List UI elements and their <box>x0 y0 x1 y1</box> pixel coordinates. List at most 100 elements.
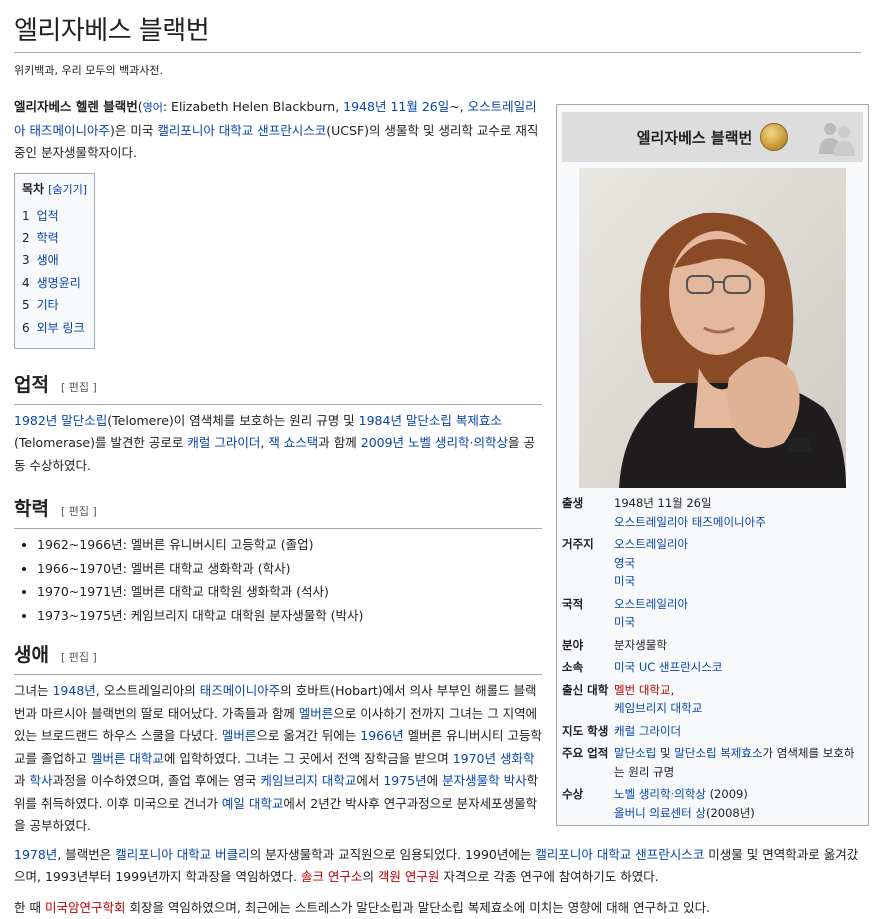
toc-link[interactable]: 생애 <box>37 253 59 267</box>
section-heading: 생애 <box>14 644 49 667</box>
link[interactable]: 1948년 <box>52 683 95 698</box>
infobox-value-line: 1948년 11월 26일 <box>614 494 863 513</box>
ucsf-link[interactable]: 캘리포니아 대학교 샌프란시스코 <box>157 123 326 138</box>
link[interactable]: 영국 <box>614 556 635 570</box>
infobox-value: 멜번 대학교, 케임브리지 대학교 <box>614 681 863 718</box>
text: 과정을 이수하였으며, 졸업 후에는 영국 <box>52 773 261 789</box>
toc-item[interactable]: 4 생명윤리 <box>22 272 87 294</box>
infobox-label: 분야 <box>562 637 584 652</box>
link[interactable]: 캐럴 그라이더 <box>614 724 681 738</box>
link[interactable]: 박사 <box>504 773 527 788</box>
link[interactable]: 캘리포니아 대학교 버클리 <box>115 847 249 862</box>
red-link[interactable]: 미국암연구학회 <box>45 900 126 915</box>
link[interactable]: 케임브리지 대학교 <box>260 773 356 788</box>
link[interactable]: 잭 쇼스택 <box>268 435 318 450</box>
link[interactable]: 미국 <box>614 574 635 588</box>
toc-hide-link[interactable]: [숨기기] <box>48 183 87 196</box>
link[interactable]: 1982년 말단소립 <box>14 413 107 428</box>
link[interactable]: 오스트레일리아 <box>614 537 688 551</box>
text: 1948년 11월 26일 <box>614 496 712 510</box>
text: 그녀는 <box>14 683 53 699</box>
edit-link[interactable]: [ 편집 ] <box>61 381 97 394</box>
link[interactable]: 예일 대학교 <box>222 796 283 811</box>
link[interactable]: 생화학 <box>500 751 535 766</box>
text: 및 <box>656 746 675 760</box>
nobel-medal-icon <box>760 123 789 151</box>
intro-paragraph: 엘리자베스 헬렌 블랙번(영어: Elizabeth Helen Blackbu… <box>14 99 539 160</box>
infobox-value-line: 미국 UC 샌프란시스코 <box>614 658 863 677</box>
toc-item[interactable]: 1 업적 <box>22 205 87 227</box>
toc-item[interactable]: 3 생애 <box>22 249 87 271</box>
lang-link[interactable]: 영어 <box>143 101 163 114</box>
article-page: 엘리자베스 블랙번 위키백과, 우리 모두의 백과사전. 엘리자베스 헬렌 블랙… <box>0 0 875 915</box>
link[interactable]: 1978년 <box>14 847 57 862</box>
link[interactable]: 말단소립 복제효소 <box>674 746 762 760</box>
infobox-row: 지도 학생 캐럴 그라이더 <box>562 722 863 741</box>
link[interactable]: 2009년 노벨 생리학·의학상 <box>361 435 508 450</box>
link[interactable]: 오스트레일리아 <box>614 597 688 611</box>
toc-link[interactable]: 학력 <box>37 231 59 245</box>
infobox-value-line: 멜번 대학교, <box>614 681 863 700</box>
achievements-paragraph: 1982년 말단소립(Telomere)이 염색체를 보호하는 원리 규명 및 … <box>14 412 535 473</box>
toc-number: 1 <box>22 208 30 223</box>
link[interactable]: 멜버른 <box>299 706 334 721</box>
edit-link[interactable]: [ 편집 ] <box>61 651 97 664</box>
link[interactable]: 캘리포니아 대학교 샌프란시스코 <box>535 847 704 862</box>
toc-list: 1 업적 2 학력 3 생애 4 생명윤리 5 기타 6 외부 링크 <box>22 205 87 339</box>
infobox-label: 지도 학생 <box>562 723 609 738</box>
infobox-value: 노벨 생리학·의학상 (2009) 올버니 의료센터 상(2008년) <box>614 785 863 822</box>
infobox-value-line: 올버니 의료센터 상(2008년) <box>614 804 863 823</box>
list-item: 1962~1966년: 멜버른 유니버시티 고등학교 (졸업) <box>37 533 542 557</box>
link[interactable]: 1970년 <box>453 751 496 766</box>
link[interactable]: 미국 UC 샌프란시스코 <box>614 660 722 674</box>
toc-link[interactable]: 업적 <box>37 209 59 223</box>
link[interactable]: 학사 <box>29 773 52 788</box>
list-item: 1973~1975년: 케임브리지 대학교 대학원 분자생물학 (박사) <box>37 604 542 628</box>
infobox: 엘리자베스 블랙번 출생 1948년 11월 26일 오스트레일리아 태즈메이니… <box>556 104 869 826</box>
link[interactable]: 케임브리지 대학교 <box>614 701 702 715</box>
toc-link[interactable]: 기타 <box>37 298 59 312</box>
toc-number: 6 <box>22 320 30 335</box>
link[interactable]: 분자생물학 <box>442 773 500 788</box>
link[interactable]: 캐럴 그라이더 <box>187 435 260 450</box>
link[interactable]: 멜버른 대학교 <box>91 751 164 766</box>
link[interactable]: 태즈메이니아주 <box>200 683 281 698</box>
toc-title: 목차 <box>22 181 45 196</box>
infobox-label: 국적 <box>562 596 584 611</box>
infobox-value-line: 분자생물학 <box>614 636 863 655</box>
toc-item[interactable]: 2 학력 <box>22 227 87 249</box>
toc-item[interactable]: 6 외부 링크 <box>22 317 87 339</box>
red-link[interactable]: 멜번 대학교 <box>614 683 671 697</box>
birth-date-link[interactable]: 1948년 11월 26일 <box>343 99 449 114</box>
toc-link[interactable]: 외부 링크 <box>37 321 85 335</box>
life-continued: 1978년, 블랙번은 캘리포니아 대학교 버클리의 분자생물학과 교직원으로 … <box>14 844 861 919</box>
link[interactable]: 멜버른 <box>222 728 257 743</box>
link[interactable]: 미국 <box>614 615 635 629</box>
red-link[interactable]: 객원 연구원 <box>378 869 439 884</box>
toc-item[interactable]: 5 기타 <box>22 294 87 316</box>
red-link[interactable]: 솔크 연구소 <box>301 869 362 884</box>
education-list: 1962~1966년: 멜버른 유니버시티 고등학교 (졸업) 1966~197… <box>14 533 542 627</box>
link[interactable]: 노벨 생리학·의학상 <box>614 787 706 801</box>
link[interactable]: 올버니 의료센터 상 <box>614 806 706 820</box>
list-item: 1970~1971년: 멜버른 대학교 대학원 생화학과 (석사) <box>37 580 542 604</box>
infobox-value-line: 케임브리지 대학교 <box>614 699 863 718</box>
toc-number: 5 <box>22 298 30 313</box>
toc-link[interactable]: 생명윤리 <box>37 276 81 290</box>
infobox-value: 1948년 11월 26일오스트레일리아 태즈메이니아주 <box>614 494 863 531</box>
life-paragraph-2: 1978년, 블랙번은 캘리포니아 대학교 버클리의 분자생물학과 교직원으로 … <box>14 844 861 889</box>
link[interactable]: 1975년 <box>383 773 426 788</box>
link[interactable]: 1966년 <box>360 728 403 743</box>
edit-link[interactable]: [ 편집 ] <box>61 505 97 518</box>
people-icon <box>819 123 855 156</box>
infobox-row: 출생 1948년 11월 26일오스트레일리아 태즈메이니아주 <box>562 494 863 531</box>
text: 는 원리 규명 <box>614 764 675 779</box>
text: 가 염색체를 보호하 <box>762 746 855 760</box>
infobox-label: 수상 <box>562 787 584 801</box>
text: 에 입학하였다. 그녀는 그 곳에서 전액 장학금을 받으며 <box>163 750 453 766</box>
link[interactable]: 말단소립 <box>614 746 656 760</box>
life-paragraph-3: 한 때 미국암연구학회 회장을 역임하였으며, 최근에는 스트레스가 말단소립과… <box>14 897 861 919</box>
link[interactable]: 1984년 말단소립 복제효소 <box>359 413 502 428</box>
infobox-label: 출생 <box>562 496 584 510</box>
link[interactable]: 오스트레일리아 태즈메이니아주 <box>614 515 766 529</box>
